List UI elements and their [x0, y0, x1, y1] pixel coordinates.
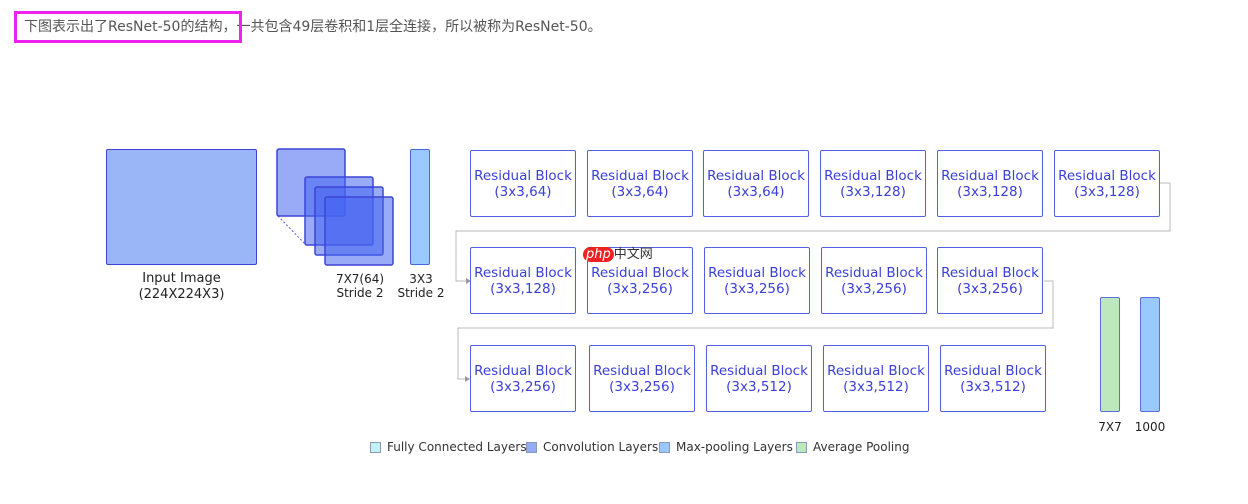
block-params: (3x3,256) [841, 280, 907, 297]
residual-block: Residual Block (3x3,256) [589, 345, 695, 412]
legend-swatch [659, 441, 670, 453]
block-title: Residual Block [941, 167, 1039, 184]
block-title: Residual Block [824, 167, 922, 184]
block-params: (3x3,64) [611, 183, 669, 200]
block-params: (3x3,128) [840, 183, 906, 200]
residual-block: Residual Block (3x3,64) [587, 150, 693, 217]
block-title: Residual Block [941, 264, 1039, 281]
block-title: Residual Block [944, 362, 1042, 379]
residual-block: Residual Block (3x3,512) [706, 345, 812, 412]
block-title: Residual Block [474, 362, 572, 379]
block-title: Residual Block [708, 264, 806, 281]
block-params: (3x3,256) [490, 378, 556, 395]
block-title: Residual Block [591, 167, 689, 184]
block-title: Residual Block [474, 264, 572, 281]
block-title: Residual Block [707, 167, 805, 184]
residual-block: Residual Block (3x3,256) [937, 247, 1043, 314]
fc-label: 1000 [1134, 420, 1166, 434]
legend-average-pooling: Average Pooling [796, 440, 909, 454]
block-params: (3x3,512) [843, 378, 909, 395]
legend-convolution: Convolution Layers [526, 440, 658, 454]
residual-block: Residual Block (3x3,128) [820, 150, 926, 217]
block-params: (3x3,64) [494, 183, 552, 200]
residual-block: Residual Block (3x3,512) [940, 345, 1046, 412]
residual-block: Residual Block (3x3,256) [704, 247, 810, 314]
legend-swatch [526, 441, 537, 453]
block-params: (3x3,512) [960, 378, 1026, 395]
legend-label: Fully Connected Layers [387, 440, 527, 454]
block-params: (3x3,256) [957, 280, 1023, 297]
avgpool-block [1100, 297, 1120, 412]
legend-label: Average Pooling [813, 440, 910, 454]
block-title: Residual Block [710, 362, 808, 379]
block-params: (3x3,128) [1074, 183, 1140, 200]
block-title: Residual Block [591, 264, 689, 281]
legend-swatch [370, 441, 381, 453]
block-params: (3x3,256) [607, 280, 673, 297]
legend-fully-connected: Fully Connected Layers [370, 440, 527, 454]
legend-max-pooling: Max-pooling Layers [659, 440, 793, 454]
block-params: (3x3,256) [609, 378, 675, 395]
block-params: (3x3,64) [727, 183, 785, 200]
block-title: Residual Block [474, 167, 572, 184]
residual-block: Residual Block (3x3,256) [821, 247, 927, 314]
residual-block: Residual Block (3x3,128) [1054, 150, 1160, 217]
watermark-logo: php [583, 247, 614, 262]
block-params: (3x3,128) [957, 183, 1023, 200]
block-title: Residual Block [593, 362, 691, 379]
residual-block: Residual Block (3x3,64) [703, 150, 809, 217]
block-title: Residual Block [827, 362, 925, 379]
residual-block: Residual Block (3x3,512) [823, 345, 929, 412]
legend-label: Max-pooling Layers [676, 440, 793, 454]
legend-swatch [796, 441, 807, 453]
residual-block: Residual Block (3x3,64) [470, 150, 576, 217]
residual-block: Residual Block (3x3,128) [937, 150, 1043, 217]
watermark: php 中文网 [583, 243, 653, 262]
block-params: (3x3,512) [726, 378, 792, 395]
residual-block: Residual Block (3x3,256) [470, 345, 576, 412]
avgpool-label: 7X7 [1098, 420, 1122, 434]
block-title: Residual Block [1058, 167, 1156, 184]
residual-block: Residual Block (3x3,128) [470, 247, 576, 314]
legend-label: Convolution Layers [543, 440, 659, 454]
watermark-text: 中文网 [613, 247, 653, 262]
block-title: Residual Block [825, 264, 923, 281]
block-params: (3x3,128) [490, 280, 556, 297]
fc-block [1140, 297, 1160, 412]
block-params: (3x3,256) [724, 280, 790, 297]
